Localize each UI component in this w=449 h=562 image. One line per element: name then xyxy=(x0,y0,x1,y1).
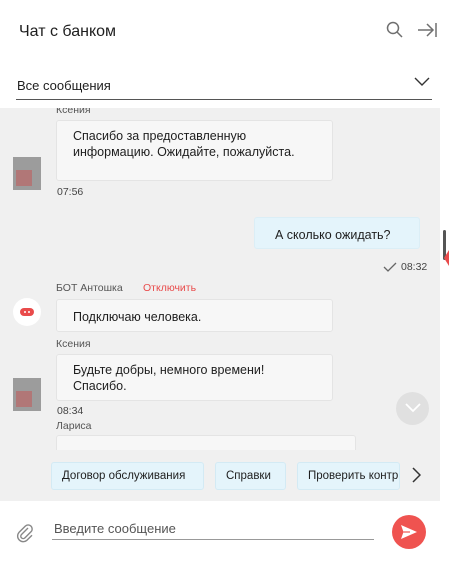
message-bubble: Подключаю человека. xyxy=(56,299,333,332)
send-button[interactable] xyxy=(392,515,426,549)
quick-reply-chip[interactable]: Проверить контр xyxy=(297,462,400,490)
bot-avatar xyxy=(13,298,41,326)
chevron-down-icon xyxy=(414,77,430,86)
search-button[interactable] xyxy=(385,20,407,42)
message-sender: Лариса xyxy=(56,420,92,432)
outgoing-message-bubble: А сколько ожидать? xyxy=(254,217,420,249)
robot-icon xyxy=(20,308,34,316)
message-input[interactable] xyxy=(52,518,374,540)
chat-header: Чат с банком xyxy=(0,0,449,64)
message-bubble xyxy=(56,435,356,450)
filter-selected-value: Все сообщения xyxy=(17,78,111,93)
message-time: 08:34 xyxy=(57,405,84,417)
message-time: 07:56 xyxy=(57,186,84,198)
message-bubble: Будьте добры, немного времени! Спасибо. xyxy=(56,354,333,401)
quick-reply-chip[interactable]: Справки xyxy=(215,462,286,490)
message-composer xyxy=(0,501,449,562)
paperclip-icon[interactable] xyxy=(16,523,34,543)
avatar xyxy=(13,378,41,411)
message-sender: Ксения xyxy=(56,338,91,350)
avatar xyxy=(13,157,41,190)
check-icon xyxy=(383,262,397,272)
message-filter-select[interactable]: Все сообщения xyxy=(16,72,432,100)
message-sender: Ксения xyxy=(56,108,91,116)
chevron-down-icon xyxy=(405,403,421,413)
send-icon xyxy=(401,525,417,539)
page-title: Чат с банком xyxy=(19,23,117,40)
scroll-to-bottom-button[interactable] xyxy=(396,392,429,425)
collapse-panel-icon xyxy=(418,23,437,37)
search-icon xyxy=(386,21,403,38)
message-sender: БОТ Антошка xyxy=(56,282,123,294)
scrollbar-thumb[interactable] xyxy=(443,230,446,260)
disconnect-bot-link[interactable]: Отключить xyxy=(143,282,196,294)
message-bubble: Спасибо за предоставленную информацию. О… xyxy=(56,120,333,181)
collapse-panel-button[interactable] xyxy=(416,20,438,42)
quick-replies-bar: Договор обслуживания Справки Проверить к… xyxy=(0,450,440,501)
message-time: 08:32 xyxy=(401,261,428,273)
quick-reply-chip[interactable]: Договор обслуживания xyxy=(51,462,204,490)
chevron-right-icon[interactable] xyxy=(411,467,421,483)
message-list[interactable]: Ксения Спасибо за предоставленную информ… xyxy=(0,108,440,450)
